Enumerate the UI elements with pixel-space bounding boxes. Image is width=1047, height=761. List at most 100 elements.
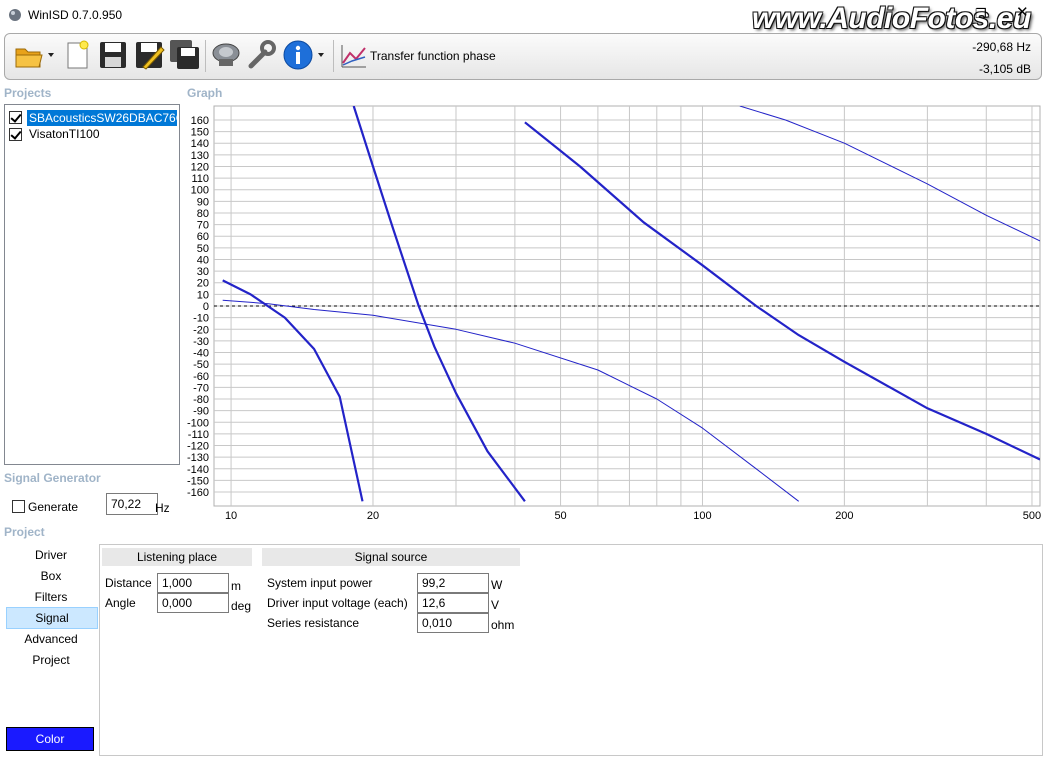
graph-type-label[interactable]: Transfer function phase [370, 49, 496, 63]
y-tick-label: 70 [197, 220, 209, 232]
graph-type-icon[interactable] [338, 39, 370, 71]
project-item-label[interactable]: VisatonTI100 [29, 127, 100, 141]
save-icon[interactable] [97, 39, 129, 71]
y-tick-label: -120 [187, 441, 209, 453]
voltage-input[interactable]: 12,6 [417, 593, 489, 613]
window-title: WinISD 0.7.0.950 [28, 8, 123, 22]
wrench-icon[interactable] [246, 39, 278, 71]
projects-list[interactable] [4, 104, 180, 465]
nav-advanced[interactable]: Advanced [6, 629, 96, 649]
resistance-input[interactable]: 0,010 [417, 613, 489, 633]
y-tick-label: -50 [193, 359, 209, 371]
nav-filters[interactable]: Filters [6, 587, 96, 607]
nav-box[interactable]: Box [6, 566, 96, 586]
generator-frequency-unit: Hz [155, 501, 170, 515]
nav-signal[interactable]: Signal [6, 607, 98, 629]
y-tick-label: -20 [193, 324, 209, 336]
x-tick-label: 50 [554, 510, 566, 522]
graph-chart[interactable]: 1601501401301201101009080706050403020100… [182, 100, 1047, 525]
y-tick-label: 100 [191, 185, 209, 197]
y-tick-label: -160 [187, 487, 209, 499]
y-tick-label: 130 [191, 150, 209, 162]
y-tick-label: -60 [193, 371, 209, 383]
x-tick-label: 200 [835, 510, 853, 522]
y-tick-label: -140 [187, 464, 209, 476]
watermark: www.AudioFotos.eu [752, 2, 1031, 35]
y-tick-label: 40 [197, 254, 209, 266]
y-tick-label: -100 [187, 417, 209, 429]
cursor-level-readout: -3,105 dB [978, 62, 1031, 76]
y-tick-label: -40 [193, 348, 209, 360]
y-tick-label: -10 [193, 313, 209, 325]
y-tick-label: 10 [197, 289, 209, 301]
y-tick-label: 50 [197, 243, 209, 255]
resistance-unit: ohm [491, 618, 515, 632]
power-label: System input power [267, 576, 373, 590]
listening-place-header: Listening place [102, 548, 252, 566]
projects-header: Projects [4, 86, 52, 100]
distance-unit: m [231, 579, 241, 593]
new-project-icon[interactable] [61, 39, 93, 71]
nav-driver[interactable]: Driver [6, 545, 96, 565]
resistance-label: Series resistance [267, 616, 360, 630]
y-tick-label: 80 [197, 208, 209, 220]
graph-header: Graph [187, 86, 223, 100]
y-tick-label: 30 [197, 266, 209, 278]
toolbar [4, 33, 1042, 80]
open-folder-icon[interactable] [13, 39, 45, 71]
y-tick-label: -90 [193, 406, 209, 418]
y-tick-label: -130 [187, 452, 209, 464]
y-tick-label: -150 [187, 475, 209, 487]
project-item-label[interactable]: SBAcousticsSW26DBAC76CI [27, 110, 177, 126]
signal-generator-header: Signal Generator [4, 471, 101, 485]
app-icon [9, 9, 21, 21]
voltage-unit: V [491, 598, 500, 612]
generate-label: Generate [28, 500, 79, 514]
y-tick-label: 60 [197, 231, 209, 243]
angle-input[interactable]: 0,000 [157, 593, 229, 613]
save-all-icon[interactable] [169, 39, 201, 71]
toolbar-separator [205, 40, 206, 72]
x-tick-label: 10 [225, 510, 237, 522]
angle-unit: deg [231, 599, 252, 613]
y-tick-label: -30 [193, 336, 209, 348]
nav-project[interactable]: Project [6, 650, 96, 670]
driver-icon[interactable] [210, 39, 242, 71]
x-tick-label: 100 [693, 510, 711, 522]
power-input[interactable]: 99,2 [417, 573, 489, 593]
color-button[interactable]: Color [6, 727, 94, 751]
angle-label: Angle [105, 596, 136, 610]
y-tick-label: 0 [203, 301, 209, 313]
generate-checkbox[interactable] [12, 500, 25, 513]
y-tick-label: 110 [191, 173, 209, 185]
y-tick-label: 160 [191, 115, 209, 127]
y-tick-label: 120 [191, 161, 209, 173]
signal-panel [99, 544, 1043, 756]
y-tick-label: 90 [197, 196, 209, 208]
x-tick-label: 500 [1023, 510, 1041, 522]
info-icon[interactable] [282, 39, 314, 71]
y-tick-label: -110 [188, 429, 209, 441]
chevron-down-icon[interactable] [47, 51, 55, 59]
y-tick-label: 150 [191, 127, 209, 139]
signal-source-header: Signal source [262, 548, 520, 566]
project-checkbox[interactable] [9, 111, 22, 124]
project-checkbox[interactable] [9, 128, 22, 141]
toolbar-separator [333, 40, 334, 72]
project-header: Project [4, 525, 45, 539]
maximize-button[interactable]: ❐ [975, 6, 987, 22]
generator-frequency-input[interactable]: 70,22 [106, 493, 158, 515]
y-tick-label: 20 [197, 278, 209, 290]
distance-label: Distance [105, 576, 152, 590]
y-tick-label: -80 [193, 394, 209, 406]
distance-input[interactable]: 1,000 [157, 573, 229, 593]
cursor-frequency-readout: -290,68 Hz [972, 40, 1031, 54]
power-unit: W [491, 578, 503, 592]
close-button[interactable]: ✕ [1016, 3, 1029, 21]
x-tick-label: 20 [367, 510, 379, 522]
chevron-down-icon[interactable] [317, 51, 325, 59]
y-tick-label: 140 [191, 138, 209, 150]
save-edit-icon[interactable] [133, 39, 165, 71]
y-tick-label: -70 [193, 382, 209, 394]
voltage-label: Driver input voltage (each) [267, 596, 408, 610]
